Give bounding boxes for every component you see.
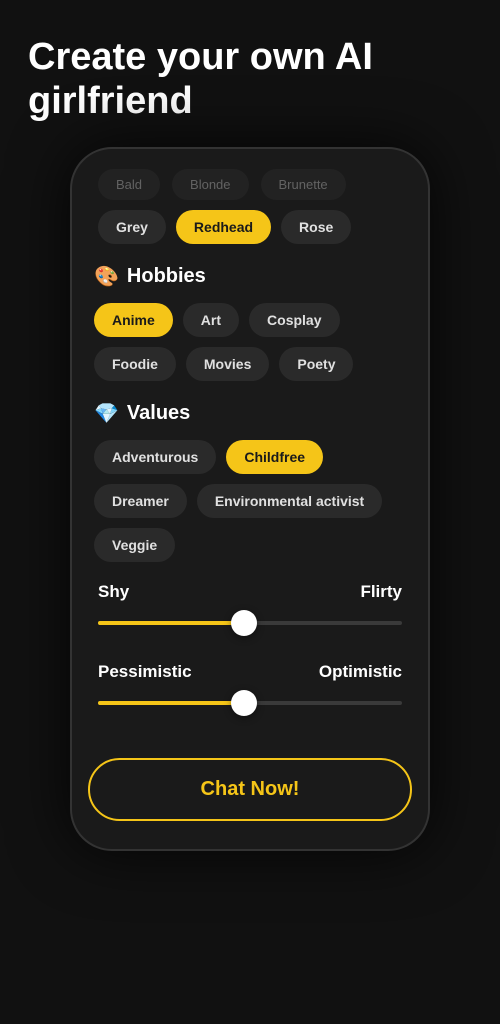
phone-frame: Bald Blonde Brunette Grey Redhead Rose 🎨… <box>70 147 430 851</box>
slider-pessimistic-optimistic: Pessimistic Optimistic <box>94 662 406 714</box>
hobbies-tags: Anime Art Cosplay Foodie Movies Poety <box>94 303 406 381</box>
values-header: 💎 Values <box>94 401 406 426</box>
chat-btn-wrap: Chat Now! <box>72 742 428 825</box>
slider2-left-label: Pessimistic <box>98 662 192 682</box>
slider1-fill <box>98 621 244 625</box>
hair-rose-tag[interactable]: Rose <box>281 210 351 244</box>
hair-redhead-tag[interactable]: Redhead <box>176 210 271 244</box>
hair-bald-tag: Bald <box>98 169 160 200</box>
chat-now-button[interactable]: Chat Now! <box>88 758 412 821</box>
slider1-labels: Shy Flirty <box>98 582 402 602</box>
slider1-left-label: Shy <box>98 582 129 602</box>
values-title: Values <box>127 402 190 425</box>
slider2-thumb[interactable] <box>231 690 257 716</box>
hobbies-header: 🎨 Hobbies <box>94 264 406 289</box>
slider2-labels: Pessimistic Optimistic <box>98 662 402 682</box>
hair-grey-tag[interactable]: Grey <box>98 210 166 244</box>
phone-content: Bald Blonde Brunette Grey Redhead Rose 🎨… <box>72 149 428 714</box>
hair-bottom-row: Grey Redhead Rose <box>94 210 406 244</box>
slider1-right-label: Flirty <box>360 582 402 602</box>
slider2-track-wrap[interactable] <box>98 692 402 714</box>
hobby-art-tag[interactable]: Art <box>183 303 239 337</box>
slider2-right-label: Optimistic <box>319 662 402 682</box>
hobbies-title: Hobbies <box>127 265 206 288</box>
header-section: Create your own AI girlfriend <box>0 0 500 147</box>
main-title: Create your own AI girlfriend <box>28 36 472 123</box>
value-veggie-tag[interactable]: Veggie <box>94 528 175 562</box>
values-tags: Adventurous Childfree Dreamer Environmen… <box>94 440 406 562</box>
hair-brunette-tag: Brunette <box>261 169 346 200</box>
hobby-cosplay-tag[interactable]: Cosplay <box>249 303 339 337</box>
hobby-poety-tag[interactable]: Poety <box>279 347 353 381</box>
value-dreamer-tag[interactable]: Dreamer <box>94 484 187 518</box>
slider1-track-wrap[interactable] <box>98 612 402 634</box>
hobby-movies-tag[interactable]: Movies <box>186 347 269 381</box>
hobbies-section: 🎨 Hobbies Anime Art Cosplay Foodie Movie… <box>94 264 406 381</box>
slider1-thumb[interactable] <box>231 610 257 636</box>
value-environmental-tag[interactable]: Environmental activist <box>197 484 382 518</box>
slider-shy-flirty: Shy Flirty <box>94 582 406 634</box>
slider2-fill <box>98 701 244 705</box>
hobby-foodie-tag[interactable]: Foodie <box>94 347 176 381</box>
value-adventurous-tag[interactable]: Adventurous <box>94 440 216 474</box>
values-section: 💎 Values Adventurous Childfree Dreamer E… <box>94 401 406 562</box>
hobbies-icon: 🎨 <box>94 264 119 289</box>
value-childfree-tag[interactable]: Childfree <box>226 440 323 474</box>
hair-blonde-tag: Blonde <box>172 169 248 200</box>
hair-top-row: Bald Blonde Brunette <box>94 169 406 200</box>
hobby-anime-tag[interactable]: Anime <box>94 303 173 337</box>
values-icon: 💎 <box>94 401 119 426</box>
